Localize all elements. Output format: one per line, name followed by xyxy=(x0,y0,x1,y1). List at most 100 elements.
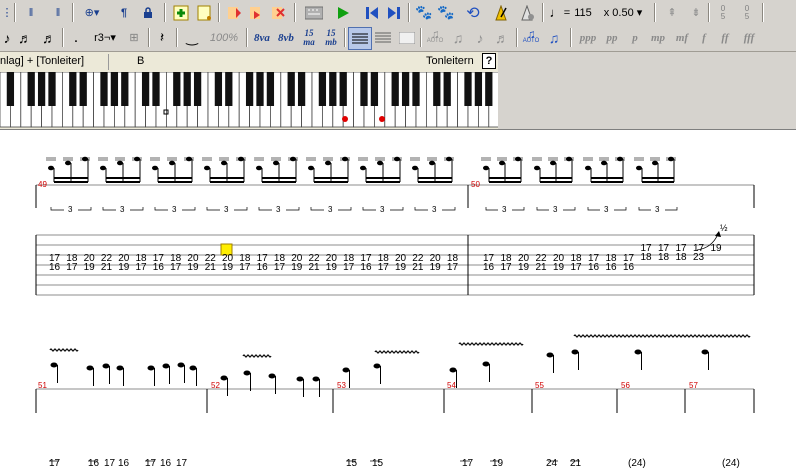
tab-number[interactable]: 24 xyxy=(546,459,557,469)
tuplet-dropdown[interactable]: r3¬ ▾ xyxy=(90,27,120,48)
octave-8va-button[interactable]: 8va xyxy=(250,27,274,48)
collapse-icon[interactable]: ⋮ xyxy=(0,2,14,23)
skip-back-icon[interactable] xyxy=(362,2,382,23)
tab-number[interactable]: 17 xyxy=(378,263,389,273)
sixteenth-note-icon[interactable]: ♪ xyxy=(0,27,14,48)
piano-keys[interactable] xyxy=(0,71,500,129)
tab-number[interactable]: 16 xyxy=(606,263,617,273)
tab-number[interactable]: 19 xyxy=(187,263,198,273)
help-button[interactable]: ? xyxy=(482,53,496,69)
section-label[interactable]: B xyxy=(137,55,144,67)
score-view[interactable]: 333333333333 49 50 51 52 53 54 55 56 57 … xyxy=(0,129,796,469)
paw2-icon[interactable]: 🐾 xyxy=(436,2,456,23)
keyboard-icon[interactable] xyxy=(302,2,326,23)
rest-icon[interactable]: 𝄽 xyxy=(152,27,172,48)
marker-label[interactable]: Tonleitern xyxy=(426,55,474,67)
tab-number[interactable]: 18 xyxy=(658,253,669,263)
string-up-icon[interactable]: ⇞ xyxy=(660,2,684,23)
tab-number[interactable]: 17 xyxy=(49,459,60,469)
dynamic-ppp-button[interactable]: ppp xyxy=(576,27,600,48)
transpose-spinner[interactable]: 0 5 xyxy=(736,2,758,23)
tab-number[interactable]: 17 xyxy=(501,263,512,273)
tab-number[interactable]: 17 xyxy=(170,263,181,273)
tab-number[interactable]: 21 xyxy=(101,263,112,273)
tab-number[interactable]: 19 xyxy=(711,244,722,254)
string-down-icon[interactable]: ⇟ xyxy=(684,2,708,23)
tab-number[interactable]: 19 xyxy=(553,263,564,273)
dynamic-mp-button[interactable]: mp xyxy=(648,27,668,48)
auto-beam-button[interactable]: ♫ AUTO xyxy=(424,27,446,48)
tab-number[interactable]: 23 xyxy=(693,253,704,263)
tab-number[interactable]: 16 xyxy=(160,459,171,469)
tab-number[interactable]: 17 xyxy=(343,263,354,273)
octave-15ma-button[interactable]: 15 ma xyxy=(298,27,320,48)
staff-view-1-icon[interactable] xyxy=(348,27,372,50)
tab-number[interactable]: 15 xyxy=(346,459,357,469)
tie-icon[interactable]: ‿ xyxy=(180,27,204,48)
tab-number[interactable]: 15 xyxy=(372,459,383,469)
tab-number[interactable]: 18 xyxy=(676,253,687,263)
staff-view-3-icon[interactable] xyxy=(396,27,418,48)
tab-number[interactable]: 17 xyxy=(239,263,250,273)
tab-number[interactable]: 16 xyxy=(588,263,599,273)
tab-number[interactable]: 16 xyxy=(88,459,99,469)
dynamic-fff-button[interactable]: fff xyxy=(738,27,760,48)
tab-number[interactable]: (24) xyxy=(722,459,740,469)
loop-icon[interactable]: ⟲ xyxy=(462,2,484,23)
tab-number[interactable]: 16 xyxy=(257,263,268,273)
tab-number[interactable]: 21 xyxy=(412,263,423,273)
dynamic-p-button[interactable]: p xyxy=(626,27,644,48)
tie-group-icon[interactable]: ⊞ xyxy=(122,27,146,48)
dynamic-f-button[interactable]: f xyxy=(696,27,712,48)
tab-number[interactable]: 21 xyxy=(570,459,581,469)
tab-number[interactable]: 19 xyxy=(222,263,233,273)
tab-number[interactable]: 21 xyxy=(309,263,320,273)
tab-number[interactable]: 16 xyxy=(483,263,494,273)
tab-number[interactable]: 17 xyxy=(571,263,582,273)
tab-number[interactable]: 21 xyxy=(205,263,216,273)
tab-number[interactable]: 19 xyxy=(291,263,302,273)
auto-stem-button[interactable]: ♫ AUTO xyxy=(520,27,542,48)
staff-view-2-icon[interactable] xyxy=(372,27,394,48)
bookmark-red-icon[interactable] xyxy=(224,2,244,23)
octave-15mb-button[interactable]: 15 mb xyxy=(320,27,342,48)
coda-dropdown[interactable]: ⊕▾ xyxy=(78,2,106,23)
tab-number[interactable]: 19 xyxy=(518,263,529,273)
pilcrow-icon[interactable]: ¶ xyxy=(114,2,134,23)
tab-number[interactable]: 16 xyxy=(49,263,60,273)
tab-number[interactable]: 16 xyxy=(153,263,164,273)
paw-icon[interactable]: 🐾 xyxy=(414,2,434,23)
tab-number[interactable]: 16 xyxy=(623,263,634,273)
edit-track-icon[interactable] xyxy=(194,2,216,23)
bar-line-icon[interactable]: ‖ xyxy=(20,2,42,23)
tab-number[interactable]: 19 xyxy=(395,263,406,273)
tab-number[interactable]: 17 xyxy=(462,459,473,469)
tab-number[interactable]: 21 xyxy=(536,263,547,273)
tab-number[interactable]: 19 xyxy=(118,263,129,273)
sixty-fourth-note-icon[interactable]: ♬ xyxy=(40,27,58,48)
add-track-icon[interactable] xyxy=(170,2,192,23)
tab-number[interactable]: 17 xyxy=(145,459,156,469)
play-icon[interactable] xyxy=(332,2,354,23)
beam-icon[interactable]: ♫ xyxy=(448,27,468,48)
capo-spinner[interactable]: 0 5 xyxy=(712,2,734,23)
tab-number[interactable]: 19 xyxy=(326,263,337,273)
tab-number[interactable]: 16 xyxy=(360,263,371,273)
speed-dropdown[interactable]: x 0.50 ▾ xyxy=(596,2,650,23)
metronome-icon[interactable] xyxy=(490,2,512,23)
group-icon[interactable]: ♬ xyxy=(492,27,512,48)
tab-number[interactable]: 17 xyxy=(66,263,77,273)
tab-number[interactable]: 16 xyxy=(118,459,129,469)
unbeam-icon[interactable]: ♪ xyxy=(470,27,490,48)
tab-number[interactable]: 17 xyxy=(104,459,115,469)
dynamic-pp-button[interactable]: pp xyxy=(602,27,622,48)
tab-number[interactable]: 17 xyxy=(274,263,285,273)
tab-number[interactable]: 19 xyxy=(430,263,441,273)
stem-direction-icon[interactable]: ♫ xyxy=(544,27,564,48)
tab-number[interactable]: 19 xyxy=(84,263,95,273)
tab-number[interactable]: (24) xyxy=(628,459,646,469)
dynamic-mf-button[interactable]: mf xyxy=(672,27,692,48)
lock-icon[interactable] xyxy=(138,2,158,23)
tab-number[interactable]: 17 xyxy=(136,263,147,273)
dot-icon[interactable]: . xyxy=(66,27,86,48)
